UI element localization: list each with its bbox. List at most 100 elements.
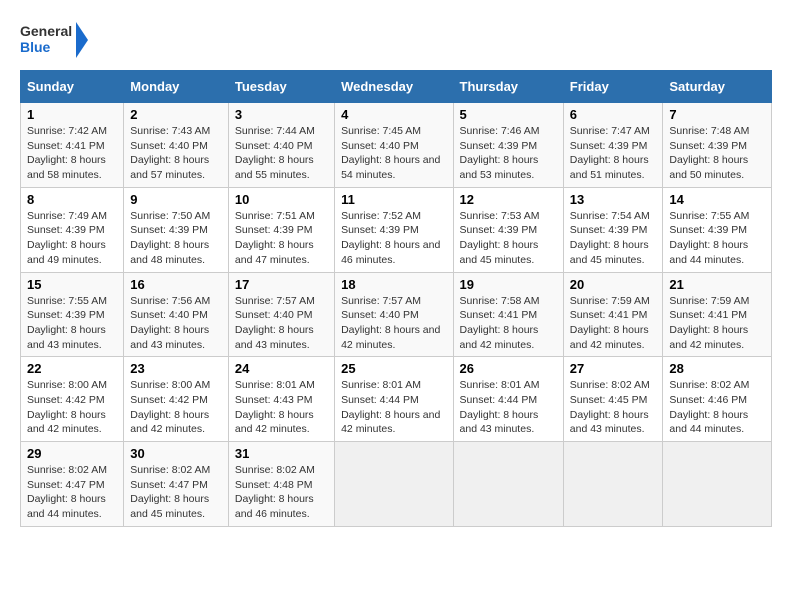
cell-info: Sunrise: 8:01 AMSunset: 4:43 PMDaylight:… — [235, 379, 315, 435]
cell-info: Sunrise: 8:02 AMSunset: 4:48 PMDaylight:… — [235, 464, 315, 520]
cell-info: Sunrise: 7:55 AMSunset: 4:39 PMDaylight:… — [669, 210, 749, 266]
day-number: 13 — [570, 192, 657, 207]
calendar-cell: 4 Sunrise: 7:45 AMSunset: 4:40 PMDayligh… — [335, 103, 453, 188]
day-number: 25 — [341, 361, 446, 376]
calendar-header-row: SundayMondayTuesdayWednesdayThursdayFrid… — [21, 71, 772, 103]
calendar-cell: 2 Sunrise: 7:43 AMSunset: 4:40 PMDayligh… — [124, 103, 229, 188]
cell-info: Sunrise: 7:57 AMSunset: 4:40 PMDaylight:… — [341, 295, 440, 351]
calendar-cell: 16 Sunrise: 7:56 AMSunset: 4:40 PMDaylig… — [124, 272, 229, 357]
day-number: 30 — [130, 446, 222, 461]
calendar-table: SundayMondayTuesdayWednesdayThursdayFrid… — [20, 70, 772, 527]
calendar-cell — [453, 442, 563, 527]
calendar-cell: 22 Sunrise: 8:00 AMSunset: 4:42 PMDaylig… — [21, 357, 124, 442]
cell-info: Sunrise: 7:56 AMSunset: 4:40 PMDaylight:… — [130, 295, 210, 351]
cell-info: Sunrise: 8:02 AMSunset: 4:47 PMDaylight:… — [27, 464, 107, 520]
calendar-day-header: Saturday — [663, 71, 772, 103]
calendar-cell: 25 Sunrise: 8:01 AMSunset: 4:44 PMDaylig… — [335, 357, 453, 442]
cell-info: Sunrise: 7:47 AMSunset: 4:39 PMDaylight:… — [570, 125, 650, 181]
day-number: 4 — [341, 107, 446, 122]
calendar-cell: 6 Sunrise: 7:47 AMSunset: 4:39 PMDayligh… — [563, 103, 663, 188]
day-number: 15 — [27, 277, 117, 292]
calendar-cell: 5 Sunrise: 7:46 AMSunset: 4:39 PMDayligh… — [453, 103, 563, 188]
day-number: 12 — [460, 192, 557, 207]
day-number: 11 — [341, 192, 446, 207]
day-number: 28 — [669, 361, 765, 376]
calendar-cell: 13 Sunrise: 7:54 AMSunset: 4:39 PMDaylig… — [563, 187, 663, 272]
calendar-week-row: 1 Sunrise: 7:42 AMSunset: 4:41 PMDayligh… — [21, 103, 772, 188]
calendar-cell: 17 Sunrise: 7:57 AMSunset: 4:40 PMDaylig… — [228, 272, 334, 357]
calendar-cell: 23 Sunrise: 8:00 AMSunset: 4:42 PMDaylig… — [124, 357, 229, 442]
calendar-cell: 28 Sunrise: 8:02 AMSunset: 4:46 PMDaylig… — [663, 357, 772, 442]
day-number: 31 — [235, 446, 328, 461]
cell-info: Sunrise: 7:44 AMSunset: 4:40 PMDaylight:… — [235, 125, 315, 181]
logo: General Blue — [20, 20, 90, 60]
cell-info: Sunrise: 7:52 AMSunset: 4:39 PMDaylight:… — [341, 210, 440, 266]
day-number: 1 — [27, 107, 117, 122]
day-number: 23 — [130, 361, 222, 376]
day-number: 2 — [130, 107, 222, 122]
day-number: 22 — [27, 361, 117, 376]
calendar-cell: 10 Sunrise: 7:51 AMSunset: 4:39 PMDaylig… — [228, 187, 334, 272]
calendar-cell: 11 Sunrise: 7:52 AMSunset: 4:39 PMDaylig… — [335, 187, 453, 272]
calendar-day-header: Wednesday — [335, 71, 453, 103]
calendar-body: 1 Sunrise: 7:42 AMSunset: 4:41 PMDayligh… — [21, 103, 772, 527]
cell-info: Sunrise: 7:49 AMSunset: 4:39 PMDaylight:… — [27, 210, 107, 266]
calendar-week-row: 29 Sunrise: 8:02 AMSunset: 4:47 PMDaylig… — [21, 442, 772, 527]
day-number: 18 — [341, 277, 446, 292]
calendar-cell: 14 Sunrise: 7:55 AMSunset: 4:39 PMDaylig… — [663, 187, 772, 272]
cell-info: Sunrise: 8:01 AMSunset: 4:44 PMDaylight:… — [460, 379, 540, 435]
cell-info: Sunrise: 7:58 AMSunset: 4:41 PMDaylight:… — [460, 295, 540, 351]
cell-info: Sunrise: 7:59 AMSunset: 4:41 PMDaylight:… — [669, 295, 749, 351]
day-number: 5 — [460, 107, 557, 122]
calendar-cell: 7 Sunrise: 7:48 AMSunset: 4:39 PMDayligh… — [663, 103, 772, 188]
calendar-cell: 27 Sunrise: 8:02 AMSunset: 4:45 PMDaylig… — [563, 357, 663, 442]
cell-info: Sunrise: 7:46 AMSunset: 4:39 PMDaylight:… — [460, 125, 540, 181]
cell-info: Sunrise: 7:54 AMSunset: 4:39 PMDaylight:… — [570, 210, 650, 266]
calendar-cell — [335, 442, 453, 527]
cell-info: Sunrise: 7:51 AMSunset: 4:39 PMDaylight:… — [235, 210, 315, 266]
calendar-day-header: Tuesday — [228, 71, 334, 103]
day-number: 17 — [235, 277, 328, 292]
cell-info: Sunrise: 7:55 AMSunset: 4:39 PMDaylight:… — [27, 295, 107, 351]
calendar-cell: 26 Sunrise: 8:01 AMSunset: 4:44 PMDaylig… — [453, 357, 563, 442]
cell-info: Sunrise: 7:50 AMSunset: 4:39 PMDaylight:… — [130, 210, 210, 266]
cell-info: Sunrise: 8:00 AMSunset: 4:42 PMDaylight:… — [130, 379, 210, 435]
calendar-cell: 21 Sunrise: 7:59 AMSunset: 4:41 PMDaylig… — [663, 272, 772, 357]
calendar-cell: 30 Sunrise: 8:02 AMSunset: 4:47 PMDaylig… — [124, 442, 229, 527]
cell-info: Sunrise: 8:00 AMSunset: 4:42 PMDaylight:… — [27, 379, 107, 435]
calendar-cell: 20 Sunrise: 7:59 AMSunset: 4:41 PMDaylig… — [563, 272, 663, 357]
day-number: 9 — [130, 192, 222, 207]
calendar-cell: 3 Sunrise: 7:44 AMSunset: 4:40 PMDayligh… — [228, 103, 334, 188]
calendar-cell: 29 Sunrise: 8:02 AMSunset: 4:47 PMDaylig… — [21, 442, 124, 527]
day-number: 19 — [460, 277, 557, 292]
day-number: 16 — [130, 277, 222, 292]
calendar-cell: 18 Sunrise: 7:57 AMSunset: 4:40 PMDaylig… — [335, 272, 453, 357]
calendar-day-header: Friday — [563, 71, 663, 103]
calendar-week-row: 22 Sunrise: 8:00 AMSunset: 4:42 PMDaylig… — [21, 357, 772, 442]
calendar-cell: 24 Sunrise: 8:01 AMSunset: 4:43 PMDaylig… — [228, 357, 334, 442]
cell-info: Sunrise: 7:43 AMSunset: 4:40 PMDaylight:… — [130, 125, 210, 181]
calendar-cell: 31 Sunrise: 8:02 AMSunset: 4:48 PMDaylig… — [228, 442, 334, 527]
cell-info: Sunrise: 7:42 AMSunset: 4:41 PMDaylight:… — [27, 125, 107, 181]
calendar-week-row: 15 Sunrise: 7:55 AMSunset: 4:39 PMDaylig… — [21, 272, 772, 357]
calendar-day-header: Sunday — [21, 71, 124, 103]
page-header: General Blue — [20, 20, 772, 60]
cell-info: Sunrise: 7:59 AMSunset: 4:41 PMDaylight:… — [570, 295, 650, 351]
calendar-day-header: Monday — [124, 71, 229, 103]
calendar-cell: 8 Sunrise: 7:49 AMSunset: 4:39 PMDayligh… — [21, 187, 124, 272]
calendar-cell: 19 Sunrise: 7:58 AMSunset: 4:41 PMDaylig… — [453, 272, 563, 357]
cell-info: Sunrise: 7:57 AMSunset: 4:40 PMDaylight:… — [235, 295, 315, 351]
calendar-cell — [663, 442, 772, 527]
day-number: 8 — [27, 192, 117, 207]
calendar-cell — [563, 442, 663, 527]
day-number: 21 — [669, 277, 765, 292]
day-number: 7 — [669, 107, 765, 122]
logo-svg: General Blue — [20, 20, 90, 60]
cell-info: Sunrise: 8:01 AMSunset: 4:44 PMDaylight:… — [341, 379, 440, 435]
calendar-cell: 15 Sunrise: 7:55 AMSunset: 4:39 PMDaylig… — [21, 272, 124, 357]
day-number: 26 — [460, 361, 557, 376]
day-number: 20 — [570, 277, 657, 292]
day-number: 3 — [235, 107, 328, 122]
cell-info: Sunrise: 8:02 AMSunset: 4:45 PMDaylight:… — [570, 379, 650, 435]
calendar-cell: 12 Sunrise: 7:53 AMSunset: 4:39 PMDaylig… — [453, 187, 563, 272]
